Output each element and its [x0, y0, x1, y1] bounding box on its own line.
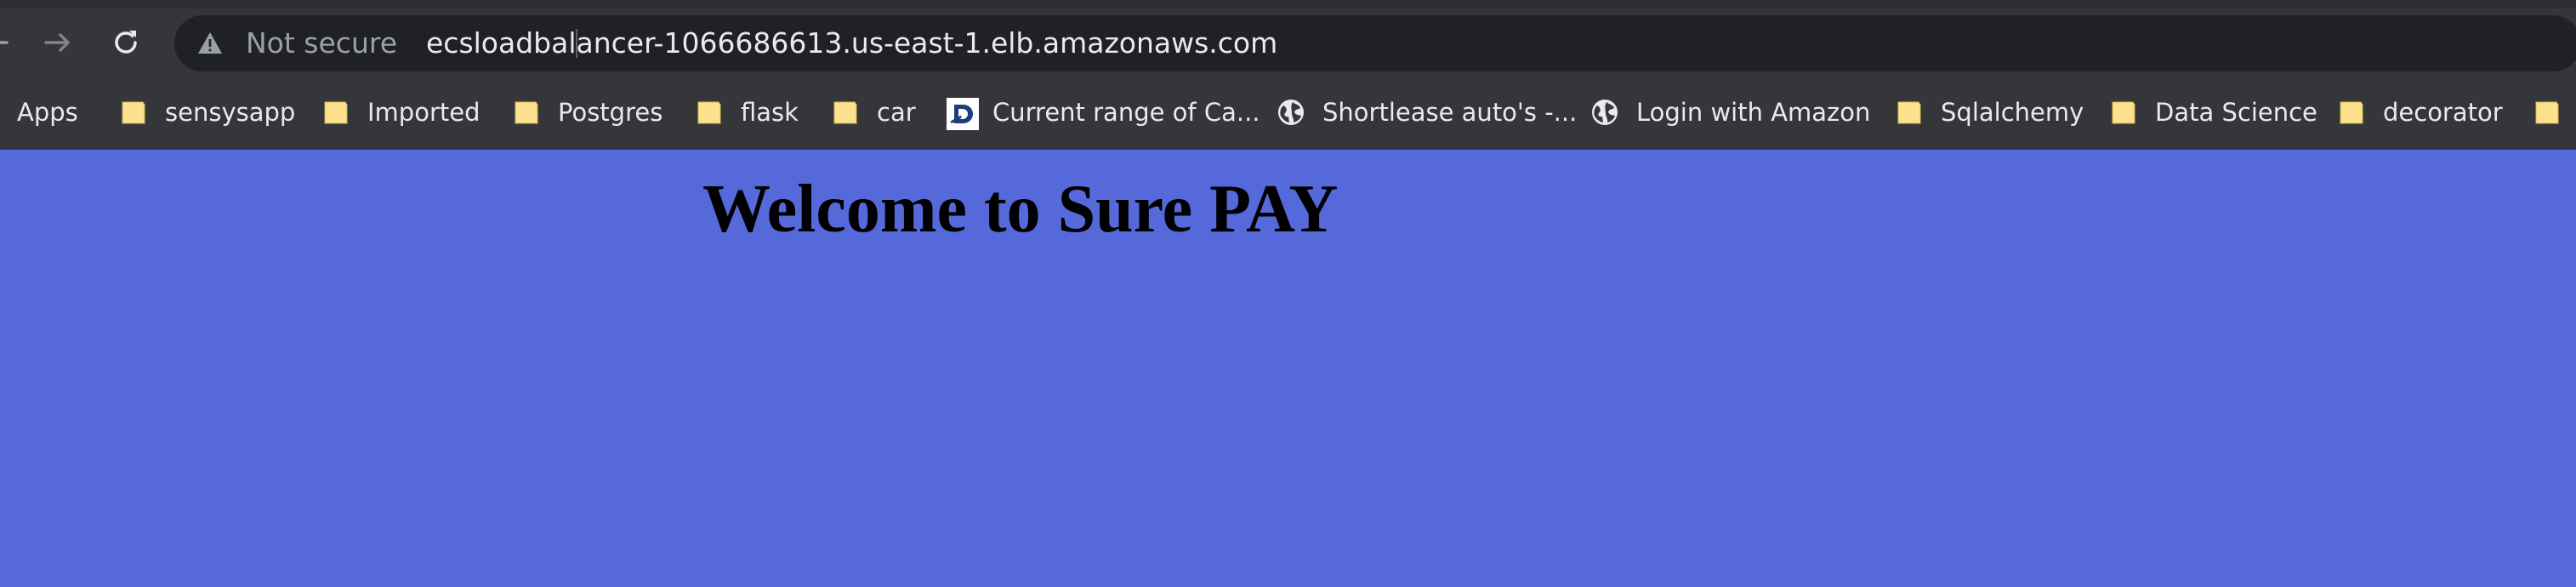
- bookmark-label: Postgres: [558, 98, 663, 127]
- bookmark-label: flask: [741, 98, 799, 127]
- bookmark-postgres[interactable]: Postgres: [512, 85, 662, 140]
- page-title: Welcome to Sure PAY: [702, 172, 1339, 247]
- folder-icon: [512, 98, 541, 127]
- forward-arrow-icon: [44, 33, 70, 52]
- bookmark-label: Imported: [367, 98, 481, 127]
- folder-icon: [321, 98, 350, 127]
- bookmark-label: sensysapp: [165, 98, 296, 127]
- bookmark-imported[interactable]: Imported: [321, 85, 481, 140]
- folder-icon: [119, 98, 148, 127]
- folder-icon: [831, 98, 860, 127]
- bookmark-flask[interactable]: flask: [695, 85, 799, 140]
- folder-icon: [2533, 98, 2562, 127]
- folder-icon: [2109, 98, 2138, 127]
- bookmark-shortlease[interactable]: Shortlease auto's -...: [1277, 85, 1577, 140]
- url-text[interactable]: ecsloadbalancer-1066686613.us-east-1.elb…: [426, 15, 1277, 71]
- browser-chrome: Not secure ecsloadbalancer-1066686613.us…: [0, 0, 2576, 150]
- bookmark-label: Sqlalchemy: [1941, 98, 2084, 127]
- bookmark-overflow-folder[interactable]: [2533, 85, 2562, 140]
- folder-icon: [1895, 98, 1924, 127]
- back-arrow-icon: [0, 41, 9, 44]
- bookmark-sensysapp[interactable]: sensysapp: [119, 85, 295, 140]
- bookmark-label: Shortlease auto's -...: [1322, 98, 1578, 127]
- bookmark-car[interactable]: car: [831, 85, 916, 140]
- folder-icon: [695, 98, 724, 127]
- bookmark-label: car: [877, 98, 916, 127]
- site-logo-icon: [947, 98, 979, 130]
- security-status[interactable]: Not secure: [246, 15, 397, 71]
- bookmark-decorator[interactable]: decorator: [2337, 85, 2503, 140]
- bookmark-login-with-amazon[interactable]: Login with Amazon: [1590, 85, 1870, 140]
- bookmark-label: Current range of Ca...: [992, 98, 1260, 127]
- forward-button[interactable]: [31, 15, 85, 70]
- page-content: Welcome to Sure PAY: [0, 150, 2576, 587]
- reload-icon: [115, 31, 137, 54]
- bookmarks-bar: Apps sensysapp Imported Postgres flask c…: [0, 85, 2576, 140]
- bookmark-label: decorator: [2383, 98, 2503, 127]
- back-button[interactable]: [0, 15, 29, 70]
- globe-icon: [1277, 98, 1305, 127]
- bookmark-label: Login with Amazon: [1636, 98, 1871, 127]
- tab-strip-edge: [0, 0, 2576, 9]
- bookmark-label: Data Science: [2155, 98, 2317, 127]
- warning-icon: [198, 32, 222, 54]
- bookmark-current-range[interactable]: Current range of Ca...: [947, 85, 1260, 140]
- address-bar[interactable]: Not secure ecsloadbalancer-1066686613.us…: [174, 15, 2576, 71]
- bookmark-sqlalchemy[interactable]: Sqlalchemy: [1895, 85, 2084, 140]
- bookmark-label: Apps: [17, 98, 78, 127]
- globe-icon: [1590, 98, 1619, 127]
- reload-button[interactable]: [99, 15, 153, 70]
- bookmark-data-science[interactable]: Data Science: [2109, 85, 2317, 140]
- bookmark-apps[interactable]: Apps: [0, 85, 78, 140]
- apps-icon: [0, 98, 3, 127]
- folder-icon: [2337, 98, 2366, 127]
